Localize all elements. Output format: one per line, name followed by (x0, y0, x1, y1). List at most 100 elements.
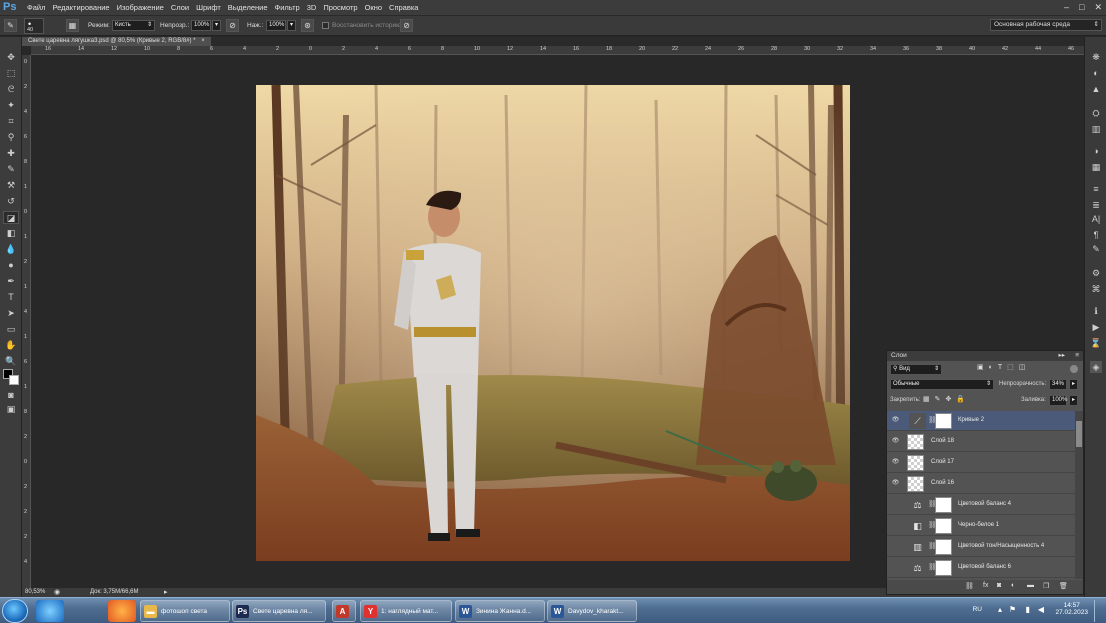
histogram-panel-icon[interactable]: ▥ (1090, 123, 1102, 135)
layer-thumbnail[interactable] (907, 455, 924, 471)
visibility-eye-icon[interactable]: 👁 (891, 416, 900, 425)
layer-thumbnail[interactable] (907, 476, 924, 492)
taskbar-button[interactable]: Ps Свете царевна ля... (232, 600, 326, 622)
menu-item[interactable]: Выделение (228, 3, 268, 12)
taskbar-button[interactable]: A (332, 600, 356, 622)
color-panel-icon[interactable]: ❋ (1090, 51, 1102, 63)
dodge-tool-icon[interactable]: ● (3, 259, 19, 272)
lock-transparency-icon[interactable]: ▦ (923, 396, 935, 403)
lock-all-icon[interactable]: 🔒 (956, 396, 970, 403)
media-player-icon[interactable] (108, 600, 136, 622)
filter-pixel-icon[interactable]: ▣ (977, 364, 989, 371)
visibility-eye-icon[interactable]: 👁 (891, 500, 900, 509)
curves-icon[interactable]: ⟋ (909, 413, 926, 429)
layer-mask-thumbnail[interactable] (935, 518, 952, 534)
taskbar-button[interactable]: W Зинина Жанна.d... (455, 600, 545, 622)
layer-filter-select[interactable]: ⚲ Вид ⇕ (890, 364, 942, 375)
workspace-select[interactable]: Основная рабочая среда ⇕ (990, 19, 1102, 31)
layer-mask-thumbnail[interactable] (935, 539, 952, 555)
layers-scrollbar[interactable] (1075, 411, 1083, 579)
language-indicator[interactable]: RU (973, 606, 982, 613)
navigator-panel-icon[interactable]: ⛭ (1090, 107, 1102, 119)
airbrush-icon[interactable]: ⊛ (301, 19, 314, 32)
hue-icon[interactable]: ▥ (909, 539, 926, 555)
healing-brush-tool-icon[interactable]: ✚ (3, 147, 19, 160)
character-panel-icon[interactable]: A| (1090, 213, 1102, 225)
visibility-eye-icon[interactable]: 👁 (891, 521, 900, 530)
ruler-horizontal[interactable]: 16 14 12 10 8 6 4 2 0 2 4 6 8 10 12 14 16 18 20 22 24 26 28 30 3… (31, 46, 1084, 55)
close-button[interactable]: ✕ (1094, 2, 1102, 13)
filter-shape-icon[interactable]: ⬚ (1007, 364, 1019, 371)
internet-explorer-icon[interactable] (36, 600, 64, 622)
layer-row[interactable]: 👁⚖⛓Цветовой баланс 4 (887, 495, 1075, 515)
visibility-eye-icon[interactable]: 👁 (891, 458, 900, 467)
menu-item[interactable]: Изображение (117, 3, 164, 12)
layer-mask-thumbnail[interactable] (935, 497, 952, 513)
paragraph-panel-icon[interactable]: ¶ (1090, 229, 1102, 241)
blend-mode-select[interactable]: Обычные ⇕ (890, 379, 994, 390)
document-artwork[interactable] (256, 85, 850, 561)
menu-item[interactable]: Окно (365, 3, 382, 12)
network-icon[interactable]: ▮ (1026, 605, 1030, 614)
hand-tool-icon[interactable]: ✋ (3, 339, 19, 352)
clone-stamp-tool-icon[interactable]: ⚒ (3, 179, 19, 192)
filter-adjustment-icon[interactable]: ◐ (989, 364, 998, 371)
flow-dropdown-icon[interactable]: ▾ (287, 20, 296, 31)
new-adjustment-icon[interactable]: ◐ (1011, 582, 1015, 589)
move-tool-icon[interactable]: ✥ (3, 51, 19, 64)
new-layer-icon[interactable]: ❐ (1043, 582, 1049, 590)
blur-tool-icon[interactable]: 💧 (3, 243, 19, 256)
path-select-tool-icon[interactable]: ➤ (3, 307, 19, 320)
start-button[interactable] (2, 599, 28, 623)
marquee-tool-icon[interactable]: ⬚ (3, 67, 19, 80)
status-info-icon[interactable]: ◉ (54, 588, 60, 596)
filter-toggle[interactable] (1070, 365, 1078, 373)
info-panel-icon[interactable]: ℹ (1090, 305, 1102, 317)
tool-presets-icon[interactable]: ⚙ (1090, 267, 1102, 279)
lasso-tool-icon[interactable]: ᘓ (3, 83, 19, 96)
type-tool-icon[interactable]: T (3, 291, 19, 304)
brush-tool-icon[interactable]: ✎ (3, 163, 19, 176)
menu-item[interactable]: Справка (389, 3, 418, 12)
filter-type-icon[interactable]: T (998, 364, 1007, 371)
layers-scrollbar-thumb[interactable] (1076, 421, 1082, 447)
brush-size-picker[interactable]: • 40 (24, 18, 44, 34)
flow-input[interactable]: 100% (266, 20, 286, 31)
brush-panel-icon[interactable]: ✎ (1090, 243, 1102, 255)
pressure-opacity-icon[interactable]: ⊘ (226, 19, 239, 32)
zoom-tool-icon[interactable]: 🔍 (3, 355, 19, 368)
visibility-eye-icon[interactable]: 👁 (891, 542, 900, 551)
minimize-button[interactable]: – (1064, 2, 1069, 13)
delete-layer-icon[interactable]: 🗑 (1059, 582, 1068, 590)
layer-fill-dropdown-icon[interactable]: ▸ (1069, 395, 1078, 406)
layer-row[interactable]: 👁⚖⛓Цветовой баланс 6 (887, 558, 1075, 578)
maximize-button[interactable]: □ (1079, 2, 1084, 13)
history-panel-icon[interactable]: ⌛ (1090, 337, 1102, 349)
screen-mode-icon[interactable]: ▣ (3, 403, 19, 416)
show-desktop-button[interactable] (1094, 600, 1102, 622)
layer-style-icon[interactable]: fx (983, 582, 988, 589)
menu-item[interactable]: Редактирование (52, 3, 109, 12)
layer-opacity-dropdown-icon[interactable]: ▸ (1069, 379, 1078, 390)
eyedropper-tool-icon[interactable]: ⚲ (3, 131, 19, 144)
lock-pixels-icon[interactable]: ✎ (935, 396, 946, 403)
volume-icon[interactable]: ◀ (1038, 605, 1044, 614)
close-tab-icon[interactable]: × (201, 38, 205, 44)
zoom-level[interactable]: 80,53% (25, 589, 45, 595)
status-menu-arrow-icon[interactable]: ▸ (164, 588, 168, 596)
eraser-tool-icon[interactable]: ◪ (3, 211, 19, 224)
filter-smart-icon[interactable]: ◫ (1019, 364, 1031, 371)
add-mask-icon[interactable]: ◙ (997, 582, 1001, 589)
visibility-eye-icon[interactable]: 👁 (891, 563, 900, 572)
menu-item[interactable]: Шрифт (196, 3, 221, 12)
clock[interactable]: 14:57 27.02.2023 (1055, 602, 1088, 616)
balance-icon[interactable]: ⚖ (909, 560, 926, 576)
visibility-eye-icon[interactable]: 👁 (891, 479, 900, 488)
history-brush-tool-icon[interactable]: ↺ (3, 195, 19, 208)
new-group-icon[interactable]: ▬ (1027, 582, 1034, 589)
clone-source-icon[interactable]: ⌘ (1090, 283, 1102, 295)
layers-panel-title[interactable]: Слои (891, 352, 907, 359)
visibility-eye-icon[interactable]: 👁 (891, 437, 900, 446)
crop-tool-icon[interactable]: ⌗ (3, 115, 19, 128)
opacity-input[interactable]: 100% (191, 20, 211, 31)
